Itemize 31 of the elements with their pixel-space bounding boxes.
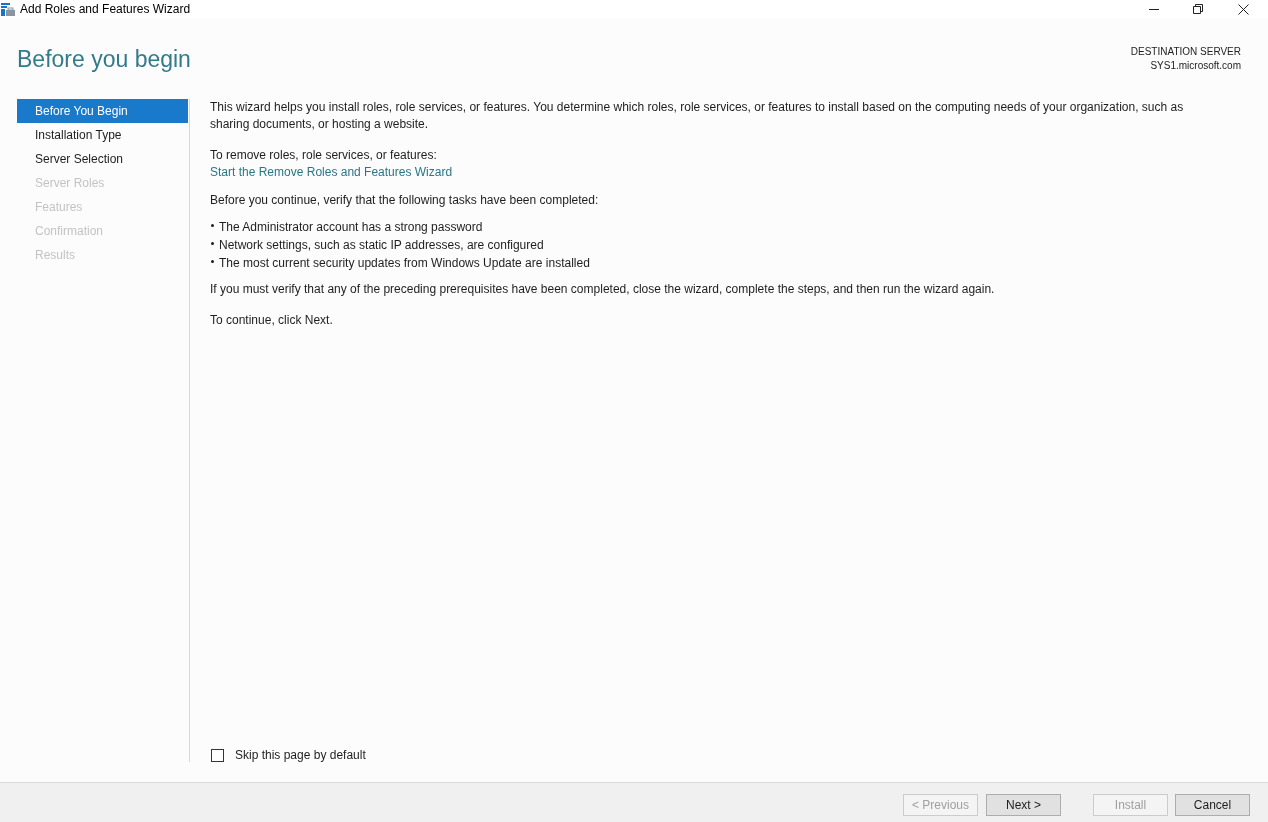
remove-wizard-link[interactable]: Start the Remove Roles and Features Wizard (210, 165, 453, 179)
skip-checkbox[interactable] (211, 748, 224, 762)
app-icon (1, 2, 15, 16)
wizard-step: Features (17, 195, 188, 219)
page-title: Before you begin (17, 45, 191, 74)
verify-intro: Before you continue, verify that the following tasks have been completed: (210, 192, 600, 209)
wizard-step: Results (17, 243, 188, 267)
wizard-step: Confirmation (17, 219, 188, 243)
window-title: Add Roles and Features Wizard (20, 1, 191, 18)
wizard-step[interactable]: Before You Begin (17, 99, 188, 123)
close-icon (1237, 3, 1249, 15)
checkbox-label: Skip this page by default (235, 748, 366, 762)
bullet-icon (211, 223, 214, 227)
remove-label: To remove roles, role services, or features: (210, 147, 438, 164)
task-item: The most current security updates from Windows Update are installed (219, 254, 590, 272)
destination-server-name: SYS1.microsoft.com (1150, 59, 1241, 73)
verify-note: If you must verify that any of the preceding prerequisites have been completed, close the wizard, complete the steps, and then run the wizard again. (210, 281, 996, 298)
wizard-step: Server Roles (17, 171, 188, 195)
task-item: Network settings, such as static IP addresses, are configured (219, 236, 544, 254)
destination-server-label: DESTINATION SERVER (1130, 45, 1241, 59)
wizard-button[interactable]: Cancel (1175, 794, 1250, 816)
wizard-step[interactable]: Server Selection (17, 147, 188, 171)
bullet-icon (211, 259, 214, 263)
minimize-icon (1149, 8, 1159, 10)
bullet-icon (211, 241, 214, 245)
continue-note: To continue, click Next. (210, 312, 334, 329)
restore-icon (1193, 4, 1203, 14)
intro-text: This wizard helps you install roles, role services, or features. You determine which roles, role services, or features to install based on the computing needs of your organization, such as sharing documents, or hosting a website. (210, 99, 1185, 133)
wizard-step[interactable]: Installation Type (17, 123, 188, 147)
task-item: The Administrator account has a strong password (219, 218, 483, 236)
wizard-button[interactable]: Next > (986, 794, 1061, 816)
